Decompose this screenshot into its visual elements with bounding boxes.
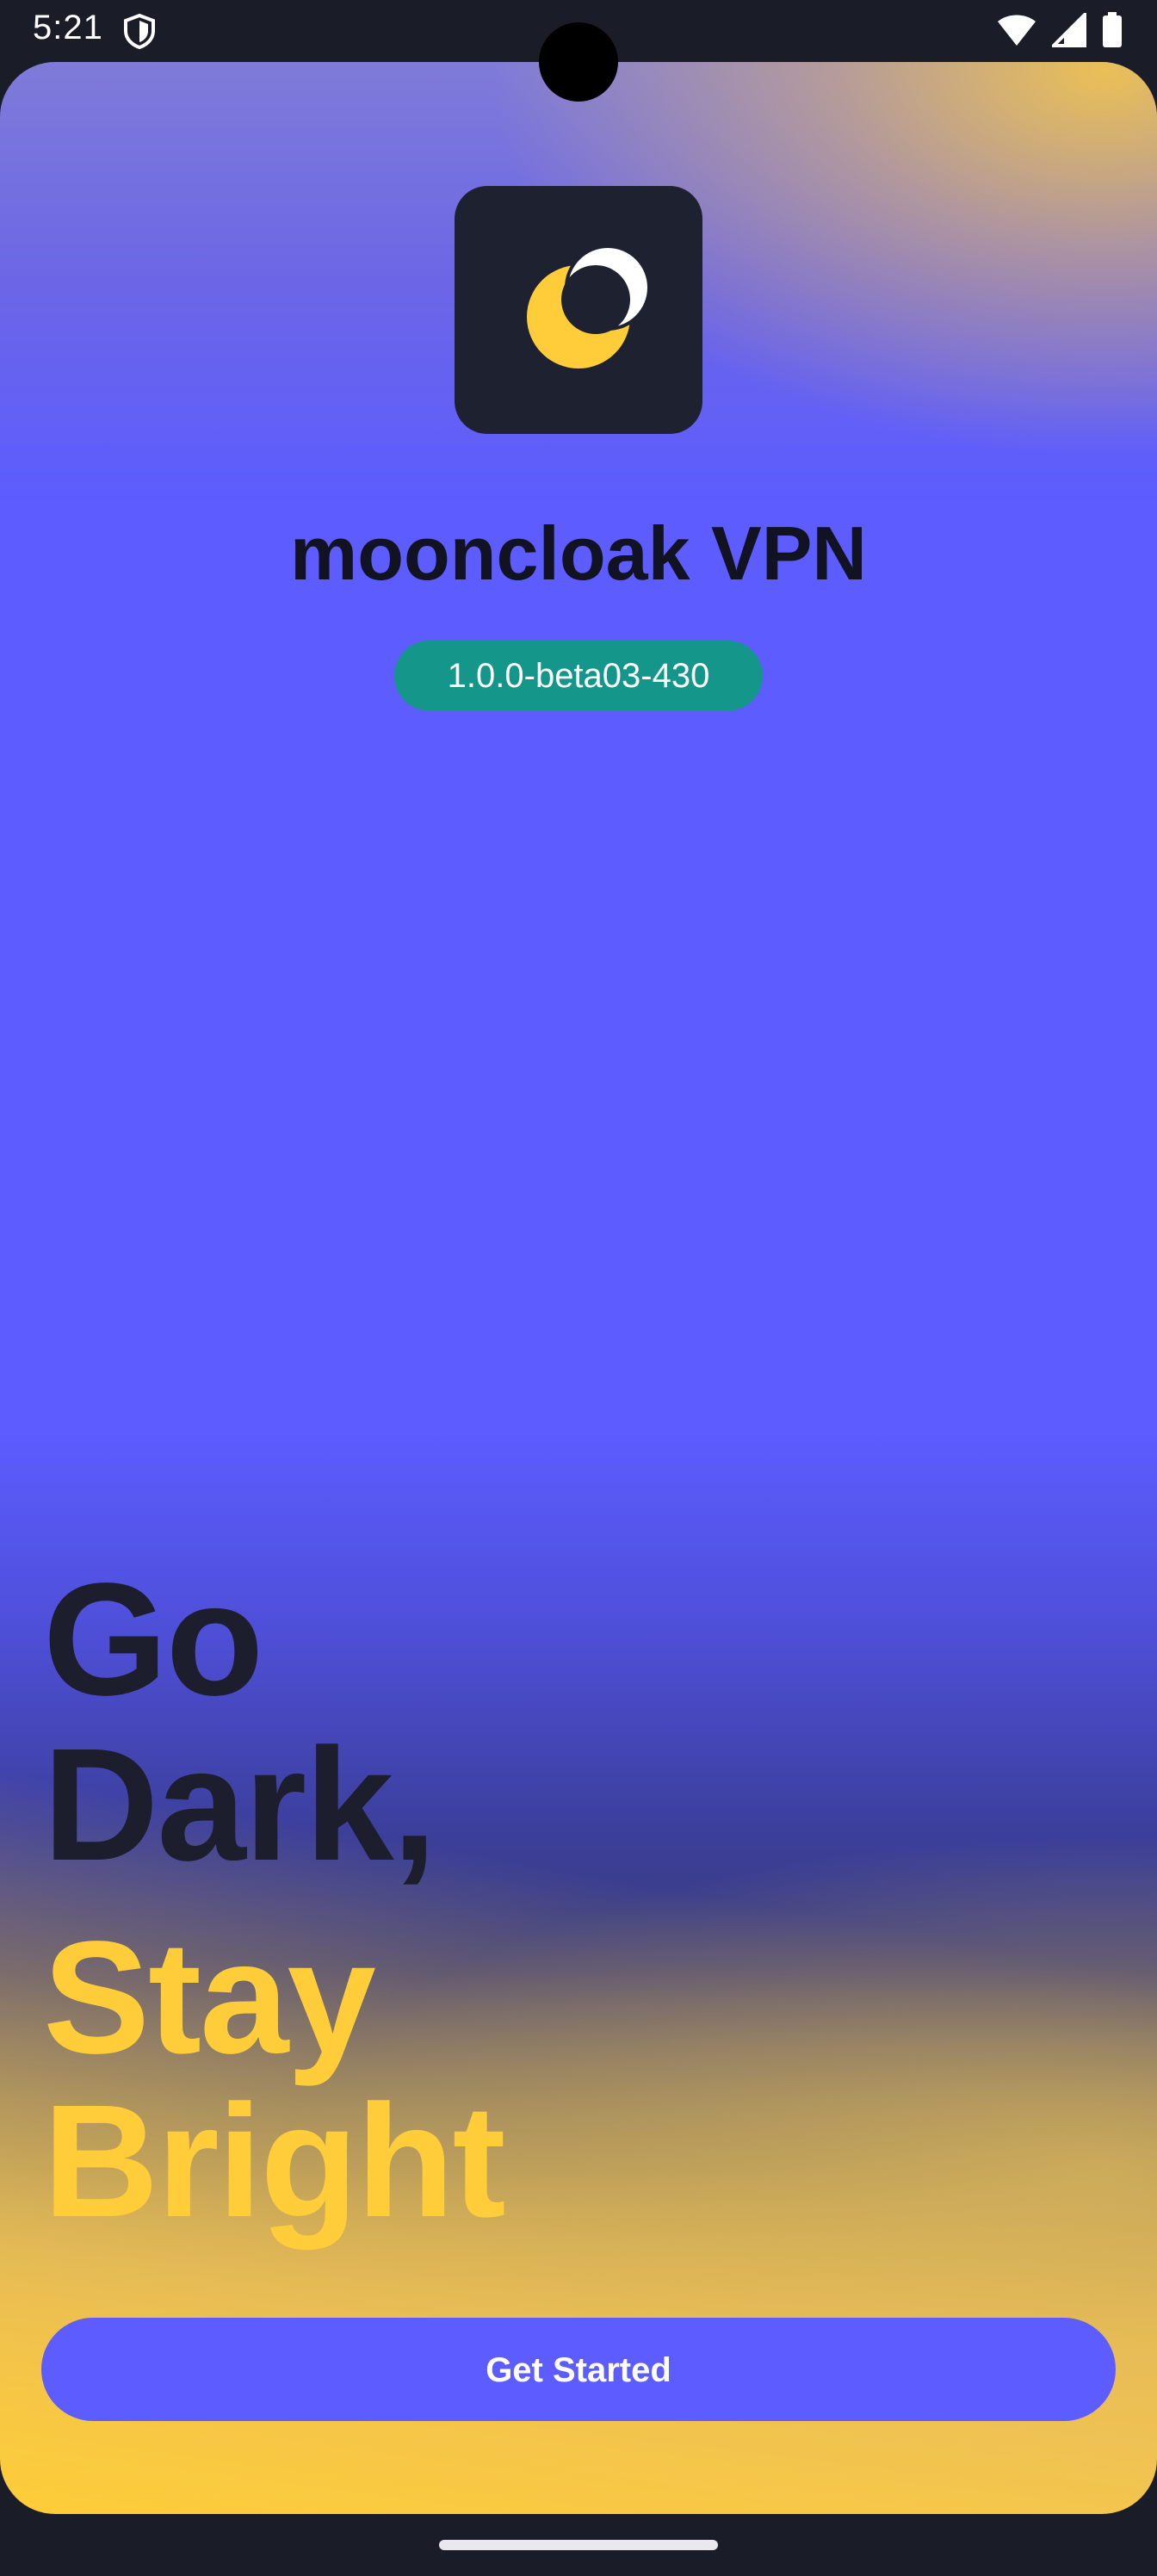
status-time: 5:21 [33, 9, 103, 46]
wifi-icon [997, 13, 1036, 47]
camera-cutout [539, 22, 618, 102]
get-started-button[interactable]: Get Started [41, 2318, 1116, 2421]
signal-icon [1052, 13, 1086, 47]
version-badge: 1.0.0-beta03-430 [394, 641, 763, 711]
headline-line-4: Bright [43, 2072, 506, 2251]
moon-logo-icon [455, 186, 702, 434]
app-title: mooncloak VPN [290, 511, 867, 596]
home-indicator[interactable] [439, 2540, 718, 2550]
battery-icon [1102, 12, 1123, 48]
headline-line-3: Stay [43, 1909, 376, 2087]
vpn-shield-icon [121, 12, 158, 50]
headline-line-2: Dark, [43, 1716, 436, 1894]
headline-line-1: Go [43, 1551, 263, 1729]
onboarding-screen: mooncloak VPN 1.0.0-beta03-430 Go Dark, … [0, 62, 1157, 2514]
status-icons [997, 12, 1123, 48]
